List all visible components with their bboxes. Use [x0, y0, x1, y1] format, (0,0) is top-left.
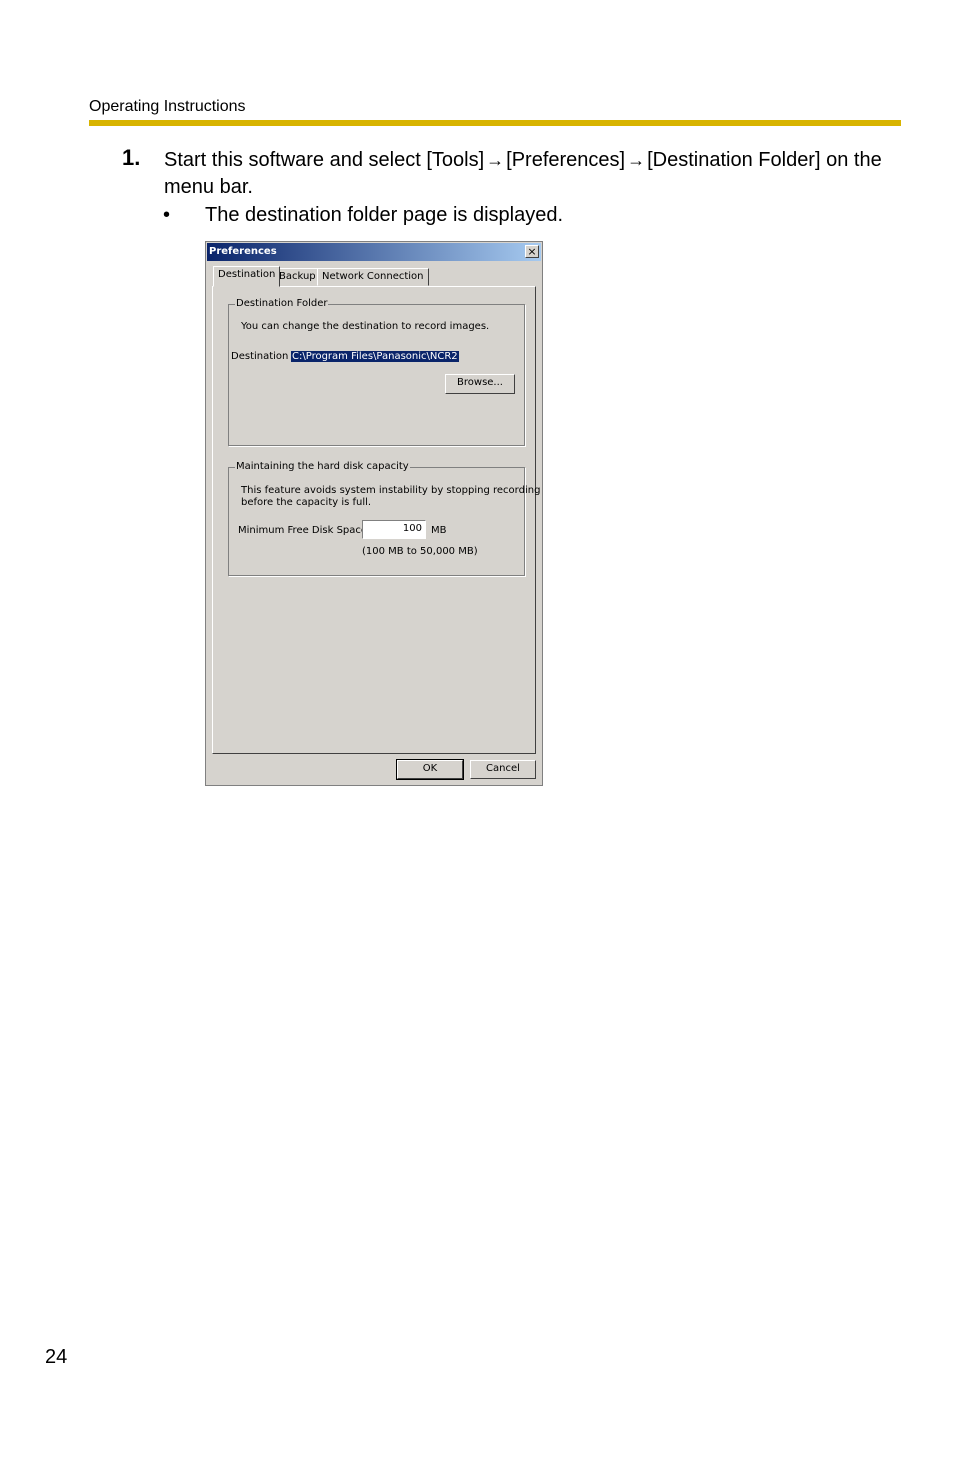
capacity-group-title: Maintaining the hard disk capacity — [235, 461, 410, 472]
page-number: 24 — [45, 1346, 68, 1368]
capacity-description-line1: This feature avoids system instability b… — [241, 485, 541, 496]
unit-label: MB — [431, 525, 447, 536]
destination-folder-group: Destination Folder You can change the de… — [228, 298, 525, 446]
browse-button[interactable]: Browse... — [445, 374, 515, 394]
arrow-icon: → — [486, 150, 505, 170]
dialog-title: Preferences — [209, 246, 277, 257]
close-icon[interactable]: × — [525, 245, 539, 258]
header-rule — [89, 120, 901, 126]
tab-backup[interactable]: Backup — [274, 268, 321, 286]
step-text-part2: [Preferences] — [506, 149, 626, 171]
ok-button[interactable]: OK — [396, 759, 464, 780]
step-instruction: Start this software and select [Tools] →[… — [164, 147, 904, 201]
range-hint: (100 MB to 50,000 MB) — [362, 546, 478, 557]
destination-group-title: Destination Folder — [235, 298, 329, 309]
tab-panel-destination: Destination Folder You can change the de… — [212, 286, 540, 754]
destination-description: You can change the destination to record… — [241, 321, 490, 332]
destination-path-field[interactable]: C:\Program Files\Panasonic\NCR2 — [291, 351, 459, 362]
bullet-icon: • — [163, 204, 171, 226]
step-number: 1. — [122, 145, 141, 170]
step-text-part1: Start this software and select [Tools] — [164, 149, 485, 171]
min-free-space-input[interactable]: 100 — [362, 520, 426, 539]
destination-label: Destination : — [231, 351, 295, 362]
min-free-space-label: Minimum Free Disk Space : — [238, 525, 374, 536]
tab-network-connection[interactable]: Network Connection — [317, 268, 429, 286]
page-header-title: Operating Instructions — [89, 98, 246, 115]
disk-capacity-group: Maintaining the hard disk capacity This … — [228, 461, 540, 576]
dialog-titlebar[interactable]: Preferences × — [207, 243, 541, 261]
capacity-description-line2: before the capacity is full. — [241, 497, 372, 508]
cancel-button[interactable]: Cancel — [470, 760, 536, 779]
preferences-dialog: Preferences × Destination Backup Network… — [205, 241, 543, 786]
arrow-icon: → — [627, 150, 646, 170]
tab-destination[interactable]: Destination — [213, 266, 281, 287]
bullet-text: The destination folder page is displayed… — [205, 204, 564, 226]
